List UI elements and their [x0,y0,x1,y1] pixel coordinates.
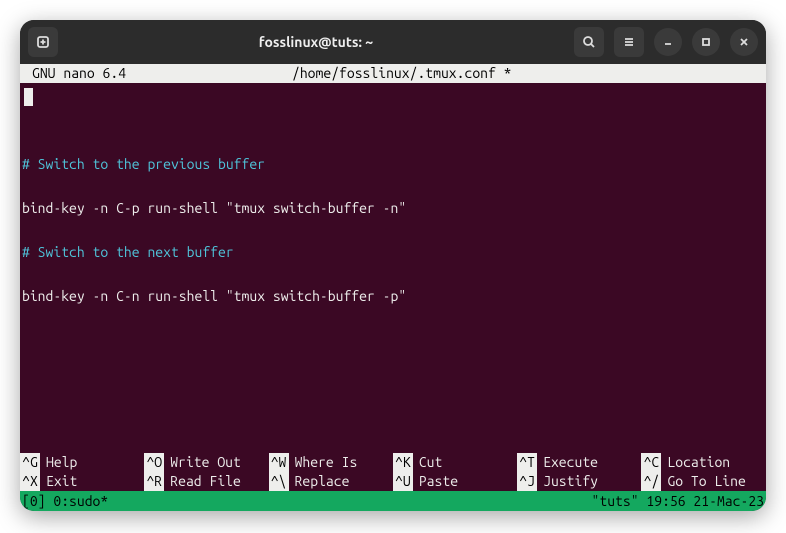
hamburger-menu-button[interactable] [614,27,644,57]
tmux-status-right: "tuts" 19:56 21-Mac-23 [592,491,764,511]
hint-writeout: ^OWrite Out [144,453,268,472]
tmux-status-bar: [0] 0:sudo* "tuts" 19:56 21-Mac-23 [20,491,766,511]
nano-app-name: GNU nano 6.4 [32,64,292,83]
hint-exit: ^XExit [20,472,144,491]
editor-comment-line: # Switch to the next buffer [22,244,234,260]
hint-gotoline: ^/Go To Line [641,472,765,491]
editor-area[interactable]: # Switch to the previous buffer bind-key… [20,83,766,453]
hint-paste: ^UPaste [393,472,517,491]
minimize-button[interactable] [654,28,682,56]
new-tab-button[interactable] [28,27,58,57]
hint-execute: ^TExecute [517,453,641,472]
hint-justify: ^JJustify [517,472,641,491]
editor-comment-line: # Switch to the previous buffer [22,156,265,172]
search-button[interactable] [574,27,604,57]
hint-cut: ^KCut [393,453,517,472]
nano-footer: ^GHelp ^OWrite Out ^WWhere Is ^KCut ^TEx… [20,453,766,491]
close-button[interactable] [730,28,758,56]
editor-code-line: bind-key -n C-p run-shell "tmux switch-b… [22,200,406,216]
nano-header: GNU nano 6.4 /home/fosslinux/.tmux.conf … [20,64,766,83]
terminal-window: fosslinux@tuts: ~ GNU nano 6.4 /home/fos… [20,20,766,511]
nano-file-path: /home/fosslinux/.tmux.conf * [292,64,766,83]
hint-whereis: ^WWhere Is [269,453,393,472]
titlebar: fosslinux@tuts: ~ [20,20,766,64]
text-cursor [24,88,33,106]
tmux-status-left: [0] 0:sudo* [22,491,592,511]
hint-location: ^CLocation [641,453,765,472]
hint-readfile: ^RRead File [144,472,268,491]
hint-help: ^GHelp [20,453,144,472]
maximize-button[interactable] [692,28,720,56]
editor-code-line: bind-key -n C-n run-shell "tmux switch-b… [22,288,406,304]
hint-replace: ^\Replace [269,472,393,491]
window-title: fosslinux@tuts: ~ [64,34,568,50]
